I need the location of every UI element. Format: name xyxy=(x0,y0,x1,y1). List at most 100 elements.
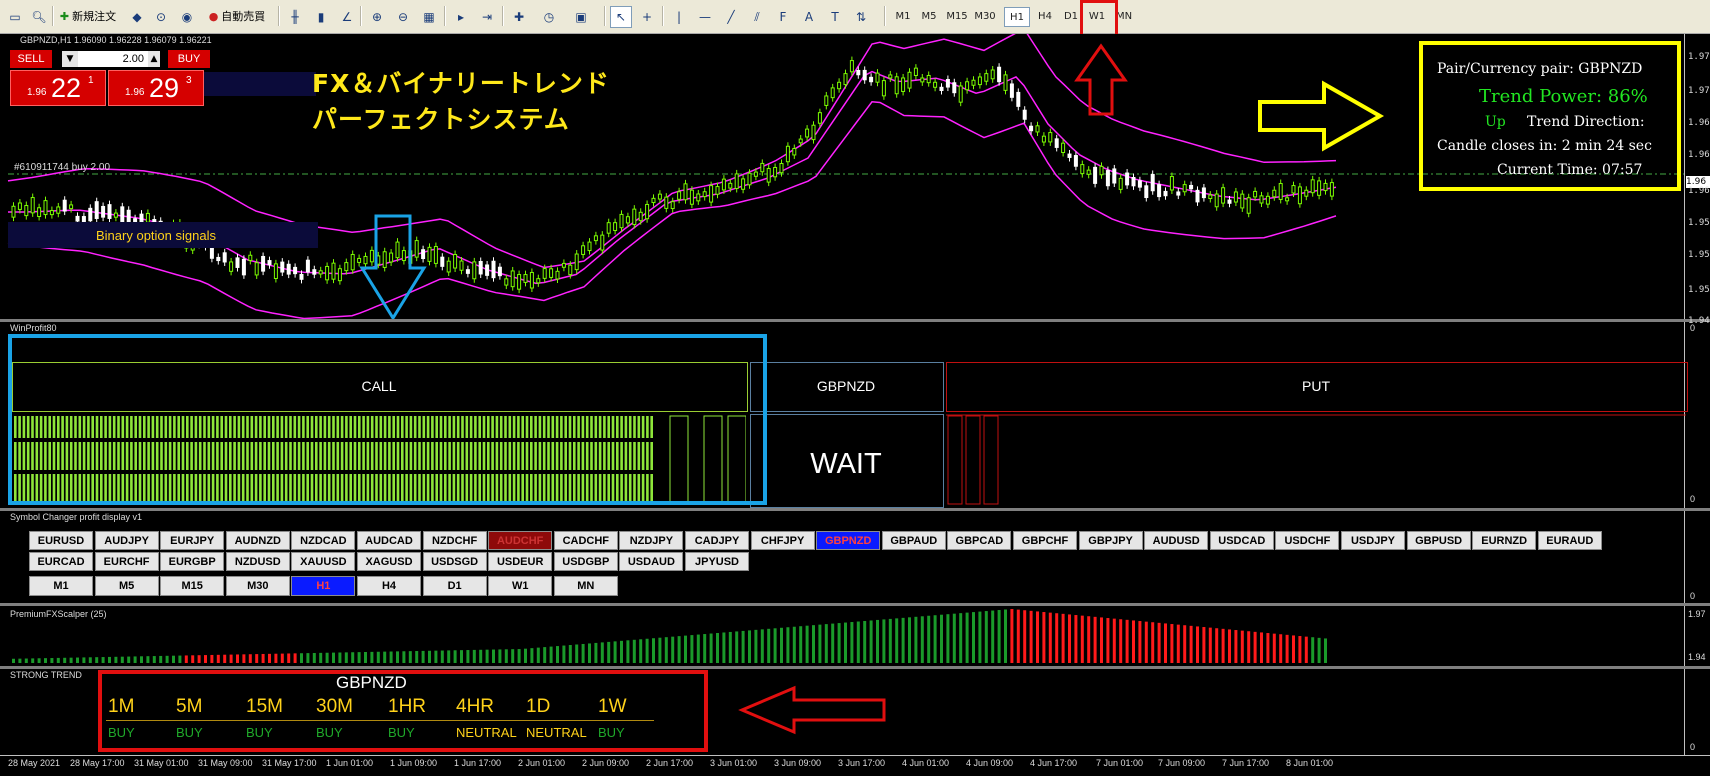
symbol-tf-button-h1[interactable]: H1 xyxy=(291,576,356,596)
title-backdrop xyxy=(204,72,316,96)
symbol-button-audcad[interactable]: AUDCAD xyxy=(357,531,421,550)
indicators-icon[interactable]: ✚ xyxy=(508,6,530,28)
symbol-tf-button-mn[interactable]: MN xyxy=(553,576,618,596)
tf-m5[interactable]: M5 xyxy=(918,7,940,25)
vertical-line-icon[interactable]: | xyxy=(668,6,690,28)
symbol-button-eurjpy[interactable]: EURJPY xyxy=(160,531,225,550)
symbol-button-euraud[interactable]: EURAUD xyxy=(1537,531,1602,550)
symbol-button-gbpusd[interactable]: GBPUSD xyxy=(1406,531,1471,550)
tf-h1[interactable]: H1 xyxy=(1004,7,1030,27)
symbol-button-usdsgd[interactable]: USDSGD xyxy=(422,552,487,571)
arrows-icon[interactable]: ⇅ xyxy=(850,6,872,28)
lot-down-icon[interactable]: ▼ xyxy=(62,51,78,67)
line-chart-icon[interactable]: ∠ xyxy=(336,6,358,28)
symbol-button-gbpchf[interactable]: GBPCHF xyxy=(1013,531,1077,550)
new-chart-icon[interactable]: ▭ xyxy=(4,6,26,28)
symbol-tf-button-d1[interactable]: D1 xyxy=(422,576,487,596)
text-label-icon[interactable]: T xyxy=(824,6,846,28)
symbol-tf-button-m30[interactable]: M30 xyxy=(225,576,290,596)
strong-trend-signal-1w: BUY xyxy=(598,725,625,740)
symbol-tf-button-m5[interactable]: M5 xyxy=(94,576,159,596)
symbol-button-cadjpy[interactable]: CADJPY xyxy=(685,531,749,550)
zoom-out-icon[interactable]: ⊖ xyxy=(392,6,414,28)
lot-input[interactable]: 2.00 xyxy=(78,51,148,67)
symbol-tf-button-m15[interactable]: M15 xyxy=(160,576,225,596)
symbol-tf-button-m1[interactable]: M1 xyxy=(29,576,93,596)
cursor-icon[interactable]: ↖ xyxy=(610,6,632,28)
symbol-button-gbpcad[interactable]: GBPCAD xyxy=(947,531,1012,550)
symbol-button-nzdusd[interactable]: NZDUSD xyxy=(225,552,290,571)
buy-price-box[interactable]: 1.96 29 3 xyxy=(108,70,204,106)
symbol-button-audusd[interactable]: AUDUSD xyxy=(1144,531,1209,550)
symbol-button-xagusd[interactable]: XAGUSD xyxy=(357,552,421,571)
text-icon[interactable]: A xyxy=(798,6,820,28)
signals-icon[interactable]: ◉ xyxy=(176,6,198,28)
sell-price-box[interactable]: 1.96 22 1 xyxy=(10,70,106,106)
market-watch-icon[interactable]: ⊙ xyxy=(150,6,172,28)
crosshair-icon[interactable]: + xyxy=(636,6,658,28)
info-pair: Pair/Currency pair: GBPNZD xyxy=(1437,61,1643,77)
symbol-button-eurusd[interactable]: EURUSD xyxy=(29,531,93,550)
symbol-button-gbpaud[interactable]: GBPAUD xyxy=(881,531,946,550)
symbol-button-xauusd[interactable]: XAUUSD xyxy=(291,552,356,571)
scalper-scale-bottom: 1.94 xyxy=(1688,652,1706,662)
equidistant-channel-icon[interactable]: ⫽ xyxy=(746,6,768,28)
symbol-button-eurchf[interactable]: EURCHF xyxy=(94,552,159,571)
wait-label: WAIT xyxy=(810,448,882,480)
symbol-button-nzdchf[interactable]: NZDCHF xyxy=(422,531,487,550)
symbol-button-audnzd[interactable]: AUDNZD xyxy=(225,531,290,550)
buy-button[interactable]: BUY xyxy=(168,50,210,68)
tf-m1[interactable]: M1 xyxy=(892,7,914,25)
tf-d1[interactable]: D1 xyxy=(1060,7,1082,25)
periods-icon[interactable]: ◷ xyxy=(538,6,560,28)
auto-trading-button[interactable]: ● 自動売買 xyxy=(202,5,272,27)
tile-windows-icon[interactable]: ▦ xyxy=(418,6,440,28)
chart-header: GBPNZD,H1 1.96090 1.96228 1.96079 1.9622… xyxy=(20,35,212,45)
symbol-button-gbpjpy[interactable]: GBPJPY xyxy=(1078,531,1143,550)
chart-shift-icon[interactable]: ⇥ xyxy=(476,6,498,28)
tf-m15[interactable]: M15 xyxy=(944,7,970,25)
sell-button[interactable]: SELL xyxy=(10,50,52,68)
price-tick: 1.95 xyxy=(1688,285,1710,295)
symbol-button-eurnzd[interactable]: EURNZD xyxy=(1472,531,1537,550)
strong-trend-signal-5m: BUY xyxy=(176,725,203,740)
symbol-button-nzdcad[interactable]: NZDCAD xyxy=(291,531,356,550)
symbol-tf-button-h4[interactable]: H4 xyxy=(357,576,421,596)
trendline-icon[interactable]: ╱ xyxy=(720,6,742,28)
symbol-button-usdgbp[interactable]: USDGBP xyxy=(553,552,618,571)
bar-chart-icon[interactable]: ╫ xyxy=(284,6,306,28)
price-tick: 1.94 xyxy=(1688,316,1710,326)
symbol-button-audjpy[interactable]: AUDJPY xyxy=(94,531,159,550)
symbol-button-audchf[interactable]: AUDCHF xyxy=(488,531,553,550)
symbol-tf-button-w1[interactable]: W1 xyxy=(488,576,553,596)
zoom-icon[interactable]: 🔍︎ xyxy=(28,6,50,28)
time-axis-label: 2 Jun 17:00 xyxy=(646,758,694,768)
horizontal-line-icon[interactable]: — xyxy=(694,6,716,28)
templates-icon[interactable]: ▣ xyxy=(570,6,592,28)
strong-trend-tf-1w: 1W xyxy=(598,696,627,717)
symbol-button-usdchf[interactable]: USDCHF xyxy=(1275,531,1340,550)
symbol-button-usdaud[interactable]: USDAUD xyxy=(619,552,684,571)
time-axis-label: 4 Jun 09:00 xyxy=(966,758,1014,768)
zoom-in-icon[interactable]: ⊕ xyxy=(366,6,388,28)
lot-up-icon[interactable]: ▲ xyxy=(148,51,160,67)
symbol-button-eurcad[interactable]: EURCAD xyxy=(29,552,93,571)
metaeditor-icon[interactable]: ◆ xyxy=(126,6,148,28)
candlestick-icon[interactable]: ▮ xyxy=(310,6,332,28)
symbol-button-chfjpy[interactable]: CHFJPY xyxy=(750,531,815,550)
fibonacci-icon[interactable]: F xyxy=(772,6,794,28)
tf-h4[interactable]: H4 xyxy=(1034,7,1056,25)
symbol-button-nzdjpy[interactable]: NZDJPY xyxy=(619,531,684,550)
buy-price-prefix: 1.96 xyxy=(125,87,145,98)
new-order-button[interactable]: ✚ 新規注文 xyxy=(56,5,120,27)
symbol-button-usdcad[interactable]: USDCAD xyxy=(1209,531,1274,550)
symbol-button-jpyusd[interactable]: JPYUSD xyxy=(685,552,749,571)
symbol-button-gbpnzd[interactable]: GBPNZD xyxy=(816,531,881,550)
symbol-button-cadchf[interactable]: CADCHF xyxy=(553,531,618,550)
info-direction-label: Trend Direction: xyxy=(1527,114,1645,130)
symbol-button-eurgbp[interactable]: EURGBP xyxy=(160,552,225,571)
symbol-button-usdjpy[interactable]: USDJPY xyxy=(1341,531,1405,550)
tf-m30[interactable]: M30 xyxy=(972,7,998,25)
autoscroll-icon[interactable]: ▸ xyxy=(450,6,472,28)
symbol-button-usdeur[interactable]: USDEUR xyxy=(488,552,553,571)
